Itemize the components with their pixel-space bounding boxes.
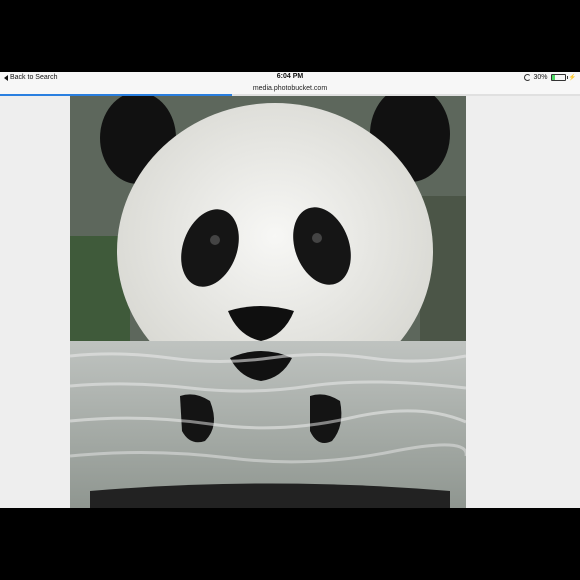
clock: 6:04 PM	[276, 73, 304, 80]
rotation-lock-icon	[523, 74, 531, 81]
battery-icon	[550, 74, 568, 81]
battery-percent: 30%	[533, 74, 548, 81]
top-letterbox	[0, 0, 580, 72]
status-icons: 30% ⚡	[523, 74, 576, 81]
panda-illustration	[70, 96, 466, 508]
bottom-letterbox	[0, 508, 580, 580]
url-text: media.photobucket.com	[252, 85, 328, 92]
charging-icon: ⚡	[568, 75, 576, 81]
panda-photo[interactable]	[70, 96, 466, 508]
status-bar: Back to Search 6:04 PM 30% ⚡	[0, 72, 580, 84]
safari-screen: Back to Search 6:04 PM 30% ⚡ media.photo…	[0, 72, 580, 508]
